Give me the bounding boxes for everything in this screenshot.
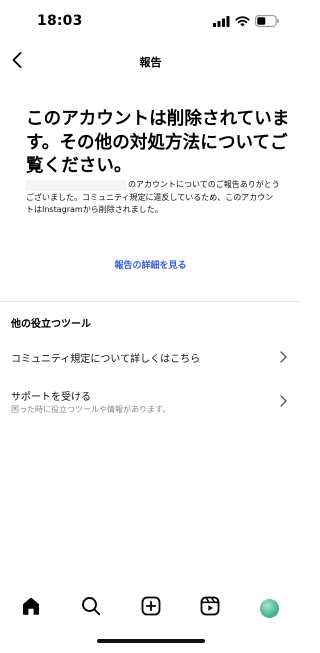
search-icon [81,596,101,620]
tab-reels[interactable] [198,596,222,620]
tab-search[interactable] [79,596,103,620]
chevron-right-icon [278,350,288,364]
status-time: 18:03 [37,13,83,29]
nav-bar: 報告 [0,44,301,80]
community-guidelines-row[interactable]: コミュニティ規定について詳しくはこちら [0,340,301,374]
profile-avatar [259,598,279,618]
tab-create[interactable] [139,596,163,620]
status-icons [213,14,279,28]
cellular-signal-icon [213,12,230,31]
tab-home[interactable] [19,596,43,620]
home-icon [21,596,41,620]
wifi-icon [235,12,250,31]
reels-icon [200,596,220,620]
deleted-account-heading: このアカウントは削除されています。その他の対処方法についてご覧ください。 [26,109,290,176]
create-icon [141,596,161,620]
home-indicator [97,639,205,643]
status-bar: 18:03 [0,0,301,44]
list-item-sublabel: 困った時に役立つツールや情報があります。 [11,405,171,414]
section-divider [0,301,301,302]
other-tools-title: 他の役立つツール [11,319,91,330]
tab-bar [0,590,301,630]
chevron-right-icon [278,394,288,408]
list-item-label: コミュニティ規定について詳しくはこちら [11,354,201,365]
tab-profile[interactable] [257,596,281,620]
get-support-row[interactable]: サポートを受ける 困った時に役立つツールや情報があります。 [0,380,301,420]
page-title: 報告 [139,56,162,69]
list-item-label: サポートを受ける [11,392,91,403]
report-message: のアカウントについてのご報告ありがとうございました。コミュニティ規定に違反してい… [26,180,280,215]
battery-icon [255,12,279,31]
view-report-details-link[interactable]: 報告の詳細を見る [0,258,301,271]
